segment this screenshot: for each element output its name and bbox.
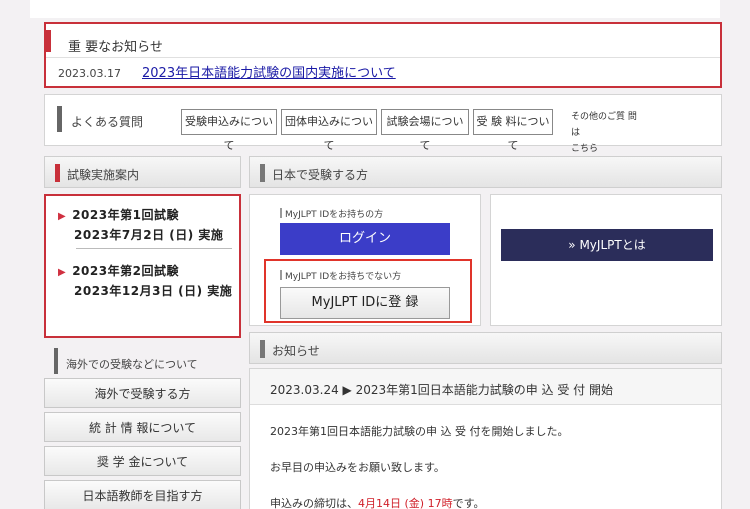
news-deadline: 申込みの締切は、4月14日 (金) 17時です。: [270, 497, 485, 509]
news-item-header[interactable]: 2023.03.24 ▶ 2023年第1回日本語能力試験の申 込 受 付 開始: [250, 369, 721, 405]
top-banner-strip: [30, 0, 720, 18]
faq-title: よくある質問: [71, 115, 144, 129]
schedule-item-date: 2023年12月3日 (日) 実施: [74, 284, 233, 298]
schedule-divider: [76, 248, 232, 249]
notice-accent-bar: [46, 30, 51, 52]
without-id-label: MyJLPT IDをお持ちでない方: [280, 269, 401, 282]
overseas-header: 海外での受験などについて: [44, 344, 241, 376]
faq-other-line1: その他のご質 問は: [571, 112, 637, 138]
schedule-accent-bar: [55, 164, 60, 182]
domestic-accent-bar: [260, 164, 265, 182]
overseas-exam-button[interactable]: 海外で受験する方: [44, 378, 241, 408]
about-myjlpt-button[interactable]: » MyJLPTとは: [501, 229, 713, 261]
with-id-label: MyJLPT IDをお持ちの方: [280, 207, 383, 220]
schedule-item-title: 2023年第1回試験: [72, 208, 179, 222]
news-item-title: 2023.03.24 ▶ 2023年第1回日本語能力試験の申 込 受 付 開始: [270, 383, 613, 397]
teacher-button[interactable]: 日本語教師を目指す方: [44, 480, 241, 509]
faq-panel: よくある質問 受験申込みについて 団体申込みについて 試験会場について 受 験 …: [44, 94, 722, 154]
news-title: お知らせ: [272, 344, 320, 358]
register-button[interactable]: MyJLPT IDに登 録: [280, 287, 450, 319]
about-myjlpt-panel: » MyJLPTとは: [490, 194, 722, 326]
myjlpt-login-panel: MyJLPT IDをお持ちの方 ログイン MyJLPT IDをお持ちでない方 M…: [249, 194, 481, 326]
triangle-icon: ▶: [58, 211, 67, 222]
faq-fee-button[interactable]: 受 験 料について: [473, 109, 553, 152]
deadline-highlight: 4月14日 (金) 17時: [358, 497, 453, 509]
scholarship-button[interactable]: 奨 学 金について: [44, 446, 241, 476]
notice-link[interactable]: 2023年日本語能力試験の国内実施について: [142, 62, 396, 81]
schedule-item[interactable]: ▶ 2023年第2回試験 2023年12月3日 (日) 実施: [58, 262, 232, 300]
faq-other-link[interactable]: その他のご質 問は こちら: [571, 109, 641, 157]
domestic-header: 日本で受験する方: [249, 156, 722, 188]
faq-venue-button[interactable]: 試験会場について: [381, 109, 469, 152]
schedule-title: 試験実施案内: [67, 168, 140, 182]
notice-header: 重 要なお知らせ: [46, 24, 720, 58]
news-header: お知らせ: [249, 332, 722, 364]
news-paragraph: お早目の申込みをお願い致します。: [270, 461, 445, 474]
faq-application-button[interactable]: 受験申込みについて: [181, 109, 277, 152]
overseas-title: 海外での受験などについて: [66, 358, 198, 371]
schedule-item[interactable]: ▶ 2023年第1回試験 2023年7月2日 (日) 実施: [58, 206, 223, 244]
overseas-accent-bar: [54, 348, 58, 374]
faq-other-line2: こちら: [571, 144, 599, 154]
faq-group-application-button[interactable]: 団体申込みについて: [281, 109, 377, 152]
schedule-item-date: 2023年7月2日 (日) 実施: [74, 228, 224, 242]
news-panel: 2023.03.24 ▶ 2023年第1回日本語能力試験の申 込 受 付 開始 …: [249, 368, 722, 509]
notice-title: 重 要なお知らせ: [68, 40, 163, 55]
notice-date: 2023.03.17: [58, 67, 121, 80]
domestic-title: 日本で受験する方: [272, 168, 369, 182]
schedule-item-title: 2023年第2回試験: [72, 264, 179, 278]
schedule-panel: ▶ 2023年第1回試験 2023年7月2日 (日) 実施 ▶ 2023年第2回試験…: [44, 194, 241, 338]
statistics-button[interactable]: 統 計 情 報について: [44, 412, 241, 442]
news-paragraph: 2023年第1回日本語能力試験の申 込 受 付を開始しました。: [270, 425, 569, 438]
login-button[interactable]: ログイン: [280, 223, 450, 255]
important-notice-panel: 重 要なお知らせ 2023.03.17 2023年日本語能力試験の国内実施につい…: [44, 22, 722, 88]
news-accent-bar: [260, 340, 265, 358]
faq-accent-bar: [57, 106, 62, 132]
schedule-header: 試験実施案内: [44, 156, 241, 188]
triangle-icon: ▶: [58, 267, 67, 278]
